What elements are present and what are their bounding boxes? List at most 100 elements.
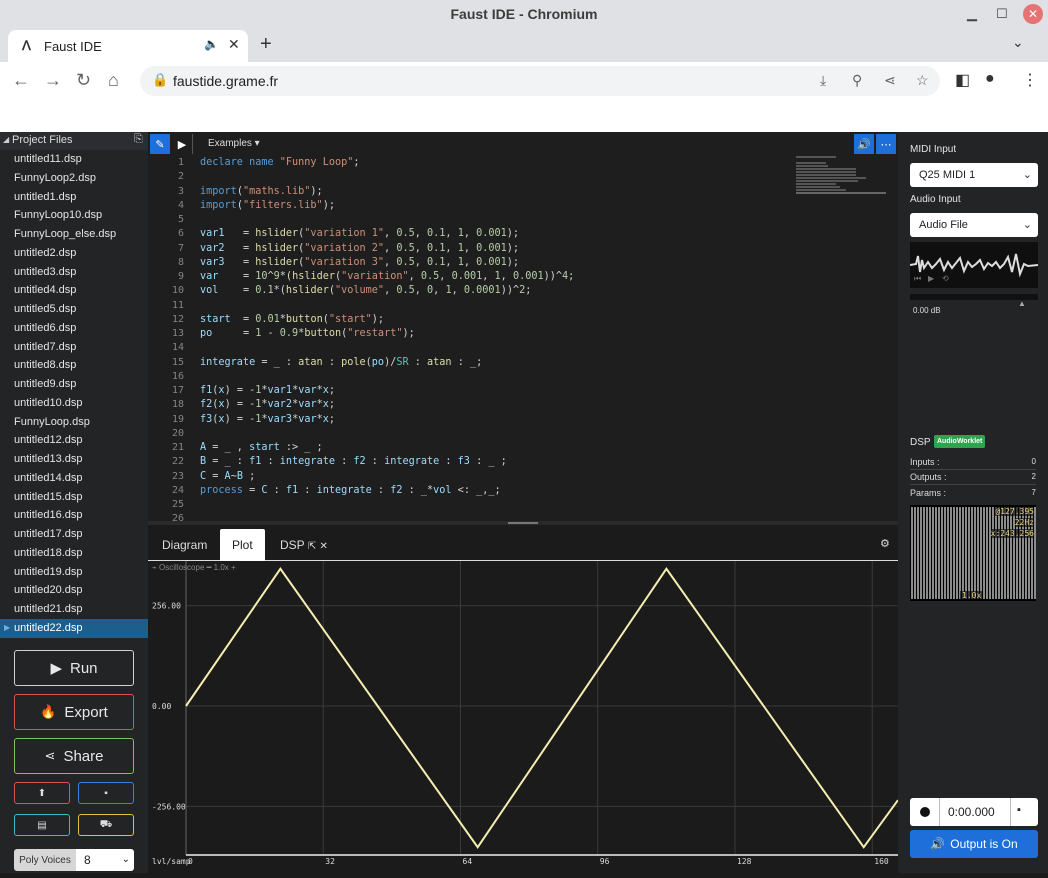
file-item[interactable]: FunnyLoop10.dsp xyxy=(0,206,148,225)
line-number: 20 xyxy=(171,427,184,439)
tab-close-icon[interactable]: ✕ xyxy=(320,541,328,552)
file-item[interactable]: untitled20.dsp xyxy=(0,581,148,600)
oscilloscope-chart[interactable]: 0 32 64 96 128 160256.000.00-256.00lvl/samp⌁ … xyxy=(148,561,899,873)
splitter-grip[interactable] xyxy=(508,522,538,524)
file-item[interactable]: untitled16.dsp xyxy=(0,506,148,525)
new-file-icon[interactable]: ⎘ xyxy=(134,133,143,146)
file-item[interactable]: untitled14.dsp xyxy=(0,469,148,488)
home-icon[interactable]: ⌂ xyxy=(108,70,119,91)
run-label: Run xyxy=(70,659,98,677)
file-item[interactable]: untitled8.dsp xyxy=(0,356,148,375)
output-toggle-button[interactable]: 🔊 Output is On xyxy=(910,830,1038,858)
code-editor[interactable]: 1 2 3 4 5 6 7 8 9 10 11 12 13 14 15 16 17 18 19 20 21 22 23 24 2… xyxy=(148,156,898,523)
share-label: Share xyxy=(63,747,104,765)
wrench-icon[interactable]: ✎ xyxy=(150,134,170,154)
file-item[interactable]: FunnyLoop2.dsp xyxy=(0,169,148,188)
line-number: 11 xyxy=(171,299,184,311)
deploy-button[interactable]: ⛟ xyxy=(78,814,134,836)
file-item[interactable]: untitled3.dsp xyxy=(0,263,148,282)
audio-file-player[interactable]: ⏮ ▶ ⟲ xyxy=(909,242,1039,288)
tab-search-chevron-icon[interactable]: ⌄ xyxy=(1012,34,1024,51)
tab-dsp[interactable]: DSP ⇱ ✕ xyxy=(268,529,340,561)
docs-button[interactable]: ▤ xyxy=(14,814,70,836)
loop-icon[interactable]: ⟲ xyxy=(942,274,949,283)
poly-voices-select[interactable]: 8 ⌄ xyxy=(76,849,134,871)
outputs-row: Outputs : 2 xyxy=(910,472,1036,482)
save-recording-icon[interactable]: ▪ xyxy=(1017,804,1021,816)
file-item[interactable]: untitled4.dsp xyxy=(0,281,148,300)
install-app-icon[interactable]: ⤓ xyxy=(820,72,826,89)
file-item[interactable]: untitled6.dsp xyxy=(0,319,148,338)
share-button[interactable]: ⋖ Share xyxy=(14,738,134,774)
more-options-icon[interactable]: ⋯ xyxy=(876,134,896,154)
forward-arrow-icon[interactable]: → xyxy=(44,70,62,91)
back-arrow-icon[interactable]: ← xyxy=(12,70,30,91)
close-window-icon[interactable]: ✕ xyxy=(1023,4,1043,24)
run-button[interactable]: ▶ Run xyxy=(14,650,134,686)
minimize-icon[interactable]: ▁ xyxy=(962,4,982,24)
play-icon[interactable]: ▶ xyxy=(928,274,934,283)
level-marker-icon[interactable]: ▲ xyxy=(1018,299,1026,308)
line-number: 21 xyxy=(171,442,184,453)
mini-scope[interactable]: @127.395 22Hz x:243.256 1.0x xyxy=(910,505,1036,601)
examples-dropdown[interactable]: Examples ▾ xyxy=(208,138,260,149)
url-text[interactable]: faustide.grame.fr xyxy=(173,73,278,89)
share-page-icon[interactable]: ⋖ xyxy=(884,72,896,89)
midi-input-select[interactable]: Q25 MIDI 1 ⌄ xyxy=(910,163,1038,187)
compile-play-icon[interactable]: ▶ xyxy=(172,134,192,154)
export-button[interactable]: 🔥 Export xyxy=(14,694,134,730)
line-number: 16 xyxy=(171,370,184,382)
zoom-icon[interactable]: ⚲ xyxy=(852,72,862,89)
file-item[interactable]: untitled11.dsp xyxy=(0,150,148,169)
audio-toggle-icon[interactable]: 🔊 xyxy=(854,134,874,154)
line-number: 8 xyxy=(177,256,184,268)
profile-avatar-icon[interactable]: ● xyxy=(985,70,995,88)
line-number-gutter: 1 2 3 4 5 6 7 8 9 10 11 12 13 14 15 16 17 18 19 20 21 22 23 24 2… xyxy=(148,156,184,523)
file-item[interactable]: untitled13.dsp xyxy=(0,450,148,469)
line-number: 9 xyxy=(177,271,184,282)
plot-panel[interactable]: 0 32 64 96 128 160 256.00 0.00 -256.00 lvl/samp ⌁ … xyxy=(148,561,899,873)
gear-icon[interactable]: ⚙ xyxy=(880,537,890,550)
toolbar-divider xyxy=(192,134,193,154)
audio-playing-icon[interactable]: 🔈 xyxy=(204,37,219,51)
save-button[interactable]: ▪ xyxy=(78,782,134,804)
file-item[interactable]: untitled21.dsp xyxy=(0,600,148,619)
skip-back-icon[interactable]: ⏮ xyxy=(914,274,921,284)
file-item[interactable]: untitled12.dsp xyxy=(0,431,148,450)
file-item[interactable]: untitled18.dsp xyxy=(0,544,148,563)
browser-tab[interactable]: ᐱ Faust IDE 🔈 ✕ xyxy=(8,30,248,62)
code-content[interactable]: declare name "Funny Loop"; import("maths… xyxy=(200,156,800,523)
audio-input-select[interactable]: Audio File ⌄ xyxy=(910,213,1038,237)
collapse-arrow-icon[interactable]: ◢ xyxy=(3,135,9,144)
save-icon: ▪ xyxy=(104,787,108,799)
upload-button[interactable]: ⬆ xyxy=(14,782,70,804)
file-item[interactable]: FunnyLoop_else.dsp xyxy=(0,225,148,244)
new-tab-icon[interactable]: + xyxy=(260,33,272,56)
file-item[interactable]: untitled2.dsp xyxy=(0,244,148,263)
file-item[interactable]: untitled5.dsp xyxy=(0,300,148,319)
maximize-icon[interactable]: ☐ xyxy=(992,4,1012,24)
file-item[interactable]: untitled10.dsp xyxy=(0,394,148,413)
reload-icon[interactable]: ↻ xyxy=(76,70,91,91)
file-item[interactable]: untitled19.dsp xyxy=(0,563,148,582)
lock-icon[interactable]: 🔒 xyxy=(152,72,168,88)
tab-plot[interactable]: Plot xyxy=(220,529,265,561)
audio-input-value: Audio File xyxy=(919,219,968,231)
file-item[interactable]: untitled1.dsp xyxy=(0,188,148,207)
record-icon[interactable] xyxy=(920,807,930,817)
tab-diagram[interactable]: Diagram xyxy=(150,529,219,561)
project-files-header[interactable]: ◢ Project Files ⎘ xyxy=(0,132,148,150)
popout-icon[interactable]: ⇱ xyxy=(308,541,316,552)
code-minimap[interactable] xyxy=(796,156,890,206)
side-panel-icon[interactable]: ◧ xyxy=(955,70,970,90)
file-item[interactable]: untitled17.dsp xyxy=(0,525,148,544)
browser-menu-icon[interactable]: ⋮ xyxy=(1022,70,1038,90)
address-bar[interactable]: 🔒 faustide.grame.fr ⤓ ⚲ ⋖ ☆ xyxy=(140,66,940,96)
bookmark-star-icon[interactable]: ☆ xyxy=(916,72,929,89)
file-item[interactable]: untitled15.dsp xyxy=(0,488,148,507)
file-item[interactable]: untitled9.dsp xyxy=(0,375,148,394)
file-item[interactable]: untitled7.dsp xyxy=(0,338,148,357)
file-item[interactable]: untitled22.dsp xyxy=(0,618,148,638)
tab-close-icon[interactable]: ✕ xyxy=(228,36,240,53)
file-item[interactable]: FunnyLoop.dsp xyxy=(0,413,148,432)
